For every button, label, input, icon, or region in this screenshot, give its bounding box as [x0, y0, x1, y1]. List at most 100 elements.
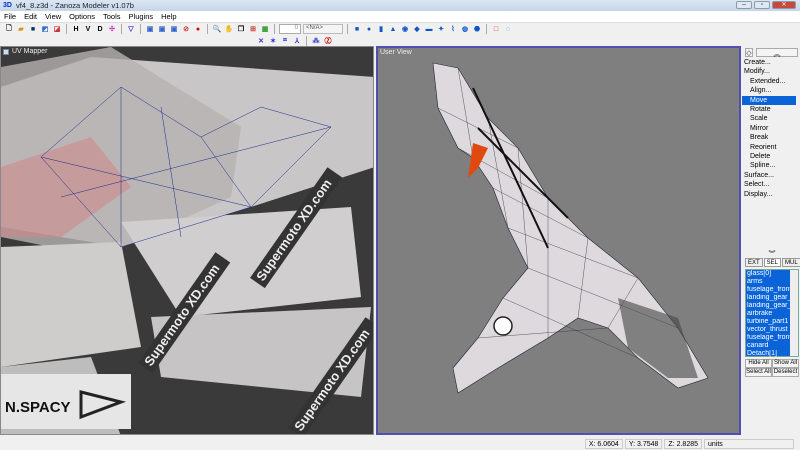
minimize-button[interactable]: – [736, 1, 752, 9]
box-icon[interactable]: ❒ [236, 24, 246, 34]
panel-item-scale[interactable]: Scale [742, 114, 796, 123]
panel-item-rotate[interactable]: Rotate [742, 105, 796, 114]
list-item[interactable]: landing_gear_front [746, 302, 791, 310]
close-button[interactable]: ✕ [772, 1, 796, 9]
weld-icon[interactable]: ⁂ [311, 36, 321, 46]
uv-texture: Supermoto XD.com Supermoto XD.com Superm… [1, 47, 373, 434]
uv-mapper-label: UV Mapper [3, 48, 47, 55]
tab-sel[interactable]: SEL [763, 258, 782, 267]
cube-view-3-icon[interactable]: ▣ [169, 24, 179, 34]
deselect-button[interactable]: Deselect [772, 368, 799, 377]
panel-item-delete[interactable]: Delete [742, 152, 796, 161]
view-v-button[interactable]: V [83, 24, 93, 34]
user-view-viewport[interactable]: User View [376, 46, 741, 435]
menu-plugins[interactable]: Plugins [129, 12, 154, 21]
status-x: X: 6.0604 [584, 438, 623, 449]
new-file-icon[interactable]: 🗋 [4, 24, 14, 34]
list-item[interactable]: landing_gear_front [746, 294, 791, 302]
list-item[interactable]: fuselage_front_2 [746, 286, 791, 294]
list-item[interactable]: arms [746, 278, 791, 286]
list-item[interactable]: airbrake [746, 310, 791, 318]
transform-2-icon[interactable]: ✶ [268, 36, 278, 46]
panel-item-mirror[interactable]: Mirror [742, 124, 796, 133]
cube-view-2-icon[interactable]: ▣ [157, 24, 167, 34]
menu-help[interactable]: Help [161, 12, 176, 21]
list-item[interactable]: vector_thrust [746, 326, 791, 334]
list-item[interactable]: canard [746, 342, 791, 350]
menu-view[interactable]: View [45, 12, 61, 21]
uv-mapper-viewport[interactable]: UV Mapper Supermoto XD.com Supermoto XD.… [0, 46, 374, 435]
panel-item-move[interactable]: Move [742, 95, 796, 105]
z-icon[interactable]: Ⓩ [323, 36, 333, 46]
save-icon[interactable]: ■ [28, 24, 38, 34]
show-all-button[interactable]: Show All [772, 359, 799, 368]
list-scrollbar[interactable] [790, 270, 798, 356]
select-all-button[interactable]: Select All [745, 368, 772, 377]
panel-item-break[interactable]: Break [742, 133, 796, 142]
menu-file[interactable]: File [4, 12, 16, 21]
panel-item-align[interactable]: Align... [742, 86, 796, 95]
user-view-label: User View [380, 49, 412, 56]
panel-item-modify[interactable]: Modify... [742, 67, 796, 76]
open-file-icon[interactable]: ▰ [16, 24, 26, 34]
value-spinner[interactable]: 0 [279, 24, 301, 34]
panel-item-reorient[interactable]: Reorient [742, 143, 796, 152]
panel-item-extended[interactable]: Extended... [742, 77, 796, 86]
menu-options[interactable]: Options [69, 12, 95, 21]
panel-item-surface[interactable]: Surface... [742, 171, 796, 180]
primitive-spline-icon[interactable]: ⌇ [448, 24, 458, 34]
list-item[interactable]: fuselage_front_1 [746, 334, 791, 342]
primitive-other-icon[interactable]: ◆ [412, 24, 422, 34]
axes-icon[interactable]: ✣ [107, 24, 117, 34]
panel-item-select[interactable]: Select... [742, 180, 796, 189]
list-item[interactable]: turbine_part1 [746, 318, 791, 326]
panel-item-create[interactable]: Create... [742, 58, 796, 67]
viewport-icon [3, 48, 9, 55]
select-icon[interactable]: ▽ [126, 24, 136, 34]
frame-icon[interactable]: ⊞ [248, 24, 258, 34]
revert-icon[interactable]: ◪ [52, 24, 62, 34]
cube-view-1-icon[interactable]: ▣ [145, 24, 155, 34]
primitive-box-icon[interactable]: ■ [352, 24, 362, 34]
render-sphere-icon[interactable]: ● [193, 24, 203, 34]
camera-icon[interactable]: ▦ [260, 24, 270, 34]
primitive-lathe-icon[interactable]: ◍ [460, 24, 470, 34]
list-item[interactable]: Detach[1] [746, 350, 791, 358]
material-combo[interactable]: <N/A> [303, 24, 343, 34]
rect-select-icon[interactable]: □ [491, 24, 501, 34]
view-d-button[interactable]: D [95, 24, 105, 34]
object-list[interactable]: glass[0] arms fuselage_front_2 landing_g… [745, 269, 799, 357]
panel-item-spline[interactable]: Spline... [742, 161, 796, 170]
primitive-torus-icon[interactable]: ◉ [400, 24, 410, 34]
primitive-cone-icon[interactable]: ▲ [388, 24, 398, 34]
menu-tools[interactable]: Tools [103, 12, 121, 21]
zoom-icon[interactable]: 🔍 [212, 24, 222, 34]
tab-mul[interactable]: MUL [782, 258, 800, 267]
cube-view-4-icon[interactable]: ⊘ [181, 24, 191, 34]
view-h-button[interactable]: H [71, 24, 81, 34]
pan-hand-icon[interactable]: ✋ [224, 24, 234, 34]
save-as-icon[interactable]: ◩ [40, 24, 50, 34]
collapse-down-button[interactable]: ︾ [745, 249, 799, 258]
title-bar: 3D vf4_8.z3d - Zanoza Modeler v1.07b – ▫… [0, 0, 800, 11]
circle-select-icon[interactable]: ◌ [503, 24, 513, 34]
transform-4-icon[interactable]: ⅄ [292, 36, 302, 46]
primitive-extra-icon[interactable]: ⬣ [472, 24, 482, 34]
tab-ext[interactable]: EXT [745, 258, 763, 267]
command-panel: ◇ ︽ Create... Modify... Extended... Alig… [742, 46, 800, 435]
hide-all-button[interactable]: Hide All [745, 359, 772, 368]
aircraft-model [432, 62, 709, 394]
collapse-up-button[interactable]: ︽ [756, 48, 798, 58]
panel-toggle-button[interactable]: ◇ [745, 48, 753, 57]
primitive-text-icon[interactable]: ✦ [436, 24, 446, 34]
maximize-button[interactable]: ▫ [754, 1, 770, 9]
status-y: Y: 3.7548 [624, 438, 663, 449]
panel-item-display[interactable]: Display... [742, 190, 796, 199]
primitive-sphere-icon[interactable]: ● [364, 24, 374, 34]
list-item[interactable]: glass[0] [746, 270, 791, 278]
transform-3-icon[interactable]: ⌗ [280, 36, 290, 46]
primitive-cylinder-icon[interactable]: ▮ [376, 24, 386, 34]
transform-1-icon[interactable]: ✕ [256, 36, 266, 46]
primitive-plane-icon[interactable]: ▬ [424, 24, 434, 34]
menu-edit[interactable]: Edit [24, 12, 37, 21]
